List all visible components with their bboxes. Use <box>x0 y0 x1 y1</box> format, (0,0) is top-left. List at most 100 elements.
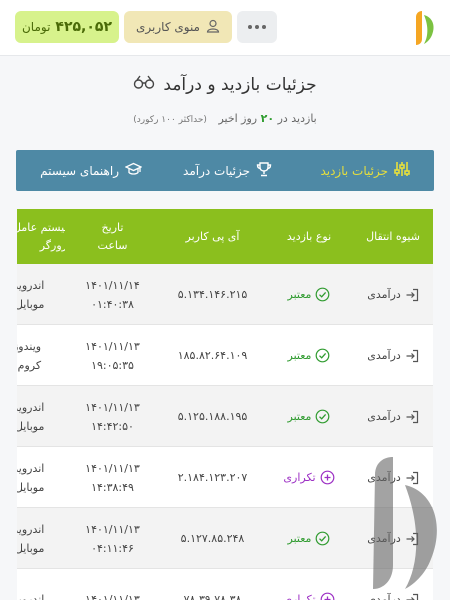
cell-system: اندروید موبایل <box>17 508 65 569</box>
table-header: شیوه انتقال نوع بازدید آی پی کاربر تاریخ… <box>17 209 433 264</box>
cell-ip: ۲.۱۸۴.۱۲۳.۲۰۷ <box>160 447 265 508</box>
table-row: درآمدی معتبر ۵.۱۲۵.۱۸۸.۱۹۵ ۱۴۰۱/۱۱/۱۳ ۱۴:۴۲:… <box>17 386 433 447</box>
method-text: درآمدی <box>367 288 401 301</box>
more-options-button[interactable] <box>237 11 277 43</box>
time-text: ۱۴:۳۸:۴۹ <box>91 480 134 494</box>
tab-label: راهنمای سیستم <box>40 163 119 178</box>
header-method: شیوه انتقال <box>366 229 420 243</box>
header-ip: آی پی کاربر <box>185 229 240 243</box>
browser-text: موبایل <box>17 419 45 433</box>
cell-ip: ۱۸۵.۸۲.۶۴.۱۰۹ <box>160 325 265 386</box>
cell-ip: ۷۸.۳۹.۷۸.۳۸ <box>160 569 265 600</box>
dot-icon <box>255 25 259 29</box>
header-date: تاریخ ساعت <box>65 209 160 264</box>
date-text: ۱۴۰۱/۱۱/۱۴ <box>85 278 140 292</box>
tab-label: جزئیات بازدید <box>320 163 388 178</box>
subtitle-max-records: (حداکثر ۱۰۰ رکورد) <box>133 115 207 125</box>
tab-income-details[interactable]: جزئیات درآمد <box>183 150 272 191</box>
cell-date: ۱۴۰۱/۱۱/۱۳ ۱۹:۰۵:۳۵ <box>65 325 160 386</box>
date-text: ۱۴۰۱/۱۱/۱۳ <box>85 593 140 600</box>
ip-text: ۵.۱۳۴.۱۴۶.۲۱۵ <box>177 288 248 301</box>
visit-type-text: معتبر <box>287 288 312 301</box>
balance-badge[interactable]: ۴۲۵,۰۵۲ تومان <box>15 11 119 43</box>
method-text: درآمدی <box>367 349 401 362</box>
date-text: ۱۴۰۱/۱۱/۱۳ <box>85 461 140 475</box>
cell-visit-type: تکراری <box>265 569 353 600</box>
date-text: ۱۴۰۱/۱۱/۱۳ <box>85 400 140 414</box>
plus-circle-icon <box>320 592 335 600</box>
date-text: ۱۴۰۱/۱۱/۱۳ <box>85 339 140 353</box>
user-menu-label: منوی کاربری <box>136 20 200 34</box>
visit-type-text: تکراری <box>283 471 316 484</box>
time-text: ۰۴:۱۱:۴۶ <box>91 541 134 555</box>
tab-visit-details[interactable]: جزئیات بازدید <box>320 150 410 191</box>
user-icon <box>206 19 220 36</box>
graduation-cap-icon <box>124 162 143 180</box>
dot-icon <box>248 25 252 29</box>
tab-bar: جزئیات بازدید جزئیات درآمد راهنمای سیستم <box>16 150 434 191</box>
ip-text: ۵.۱۲۵.۱۸۸.۱۹۵ <box>177 410 248 423</box>
os-text: اندروید <box>17 461 45 475</box>
cell-system: ویندوز کروم <box>17 325 65 386</box>
time-text: ۱۴:۴۲:۵۰ <box>91 419 134 433</box>
cell-visit-type: تکراری <box>265 447 353 508</box>
cell-system: اندروید <box>17 569 65 600</box>
visit-type-text: تکراری <box>283 593 316 600</box>
browser-text: کروم <box>17 358 42 372</box>
cell-ip: ۵.۱۲۵.۱۸۸.۱۹۵ <box>160 386 265 447</box>
cell-date: ۱۴۰۱/۱۱/۱۳ ۱۴:۳۸:۴۹ <box>65 447 160 508</box>
ip-text: ۷۸.۳۹.۷۸.۳۸ <box>183 593 242 600</box>
dot-icon <box>262 25 266 29</box>
header-system: سیستم عامل مرورگر <box>17 209 65 264</box>
app-logo[interactable] <box>410 9 438 47</box>
browser-text: موبایل <box>17 541 45 555</box>
trophy-icon <box>256 161 272 180</box>
subtitle-prefix: بازدید در <box>277 112 317 125</box>
check-circle-icon <box>315 348 330 363</box>
binoculars-icon <box>133 74 155 95</box>
visit-type-text: معتبر <box>287 349 312 362</box>
table-row: درآمدی معتبر ۵.۱۳۴.۱۴۶.۲۱۵ ۱۴۰۱/۱۱/۱۴ ۰۱:۴۰:… <box>17 264 433 325</box>
cell-visit-type: معتبر <box>265 508 353 569</box>
enter-icon <box>405 349 419 363</box>
page-subtitle: بازدید در ۲۰ روز اخیر (حداکثر ۱۰۰ رکورد) <box>0 112 450 125</box>
sliders-icon <box>394 161 410 180</box>
date-text: ۱۴۰۱/۱۱/۱۳ <box>85 522 140 536</box>
enter-icon <box>405 410 419 424</box>
user-menu-button[interactable]: منوی کاربری <box>124 11 232 43</box>
time-text: ۰۱:۴۰:۳۸ <box>91 297 134 311</box>
cell-date: ۱۴۰۱/۱۱/۱۳ <box>65 569 160 600</box>
tab-label: جزئیات درآمد <box>183 163 250 178</box>
watermark-logo <box>365 455 445 595</box>
cell-visit-type: معتبر <box>265 386 353 447</box>
header-browser-label: مرورگر <box>39 238 65 252</box>
subtitle-days: ۲۰ <box>260 112 275 125</box>
cell-date: ۱۴۰۱/۱۱/۱۴ ۰۱:۴۰:۳۸ <box>65 264 160 325</box>
os-text: اندروید <box>17 400 45 414</box>
cell-method: درآمدی <box>353 264 433 325</box>
method-text: درآمدی <box>367 410 401 423</box>
tab-system-guide[interactable]: راهنمای سیستم <box>40 150 143 191</box>
enter-icon <box>405 288 419 302</box>
cell-date: ۱۴۰۱/۱۱/۱۳ ۰۴:۱۱:۴۶ <box>65 508 160 569</box>
cell-visit-type: معتبر <box>265 325 353 386</box>
os-text: اندروید <box>17 593 45 600</box>
visit-type-text: معتبر <box>287 410 312 423</box>
browser-text: موبایل <box>17 297 45 311</box>
page-title-text: جزئیات بازدید و درآمد <box>163 74 317 95</box>
os-text: ویندوز <box>17 339 42 353</box>
cell-method: درآمدی <box>353 325 433 386</box>
top-bar: منوی کاربری ۴۲۵,۰۵۲ تومان <box>0 0 450 56</box>
cell-visit-type: معتبر <box>265 264 353 325</box>
balance-unit: تومان <box>21 20 51 34</box>
cell-date: ۱۴۰۱/۱۱/۱۳ ۱۴:۴۲:۵۰ <box>65 386 160 447</box>
cell-system: اندروید موبایل <box>17 386 65 447</box>
check-circle-icon <box>315 409 330 424</box>
browser-text: موبایل <box>17 480 45 494</box>
header-time-label: ساعت <box>97 238 128 252</box>
visit-type-text: معتبر <box>287 532 312 545</box>
page-title: جزئیات بازدید و درآمد <box>0 74 450 95</box>
header-type: نوع بازدید <box>286 229 332 243</box>
cell-system: اندروید موبایل <box>17 264 65 325</box>
ip-text: ۲.۱۸۴.۱۲۳.۲۰۷ <box>177 471 248 484</box>
